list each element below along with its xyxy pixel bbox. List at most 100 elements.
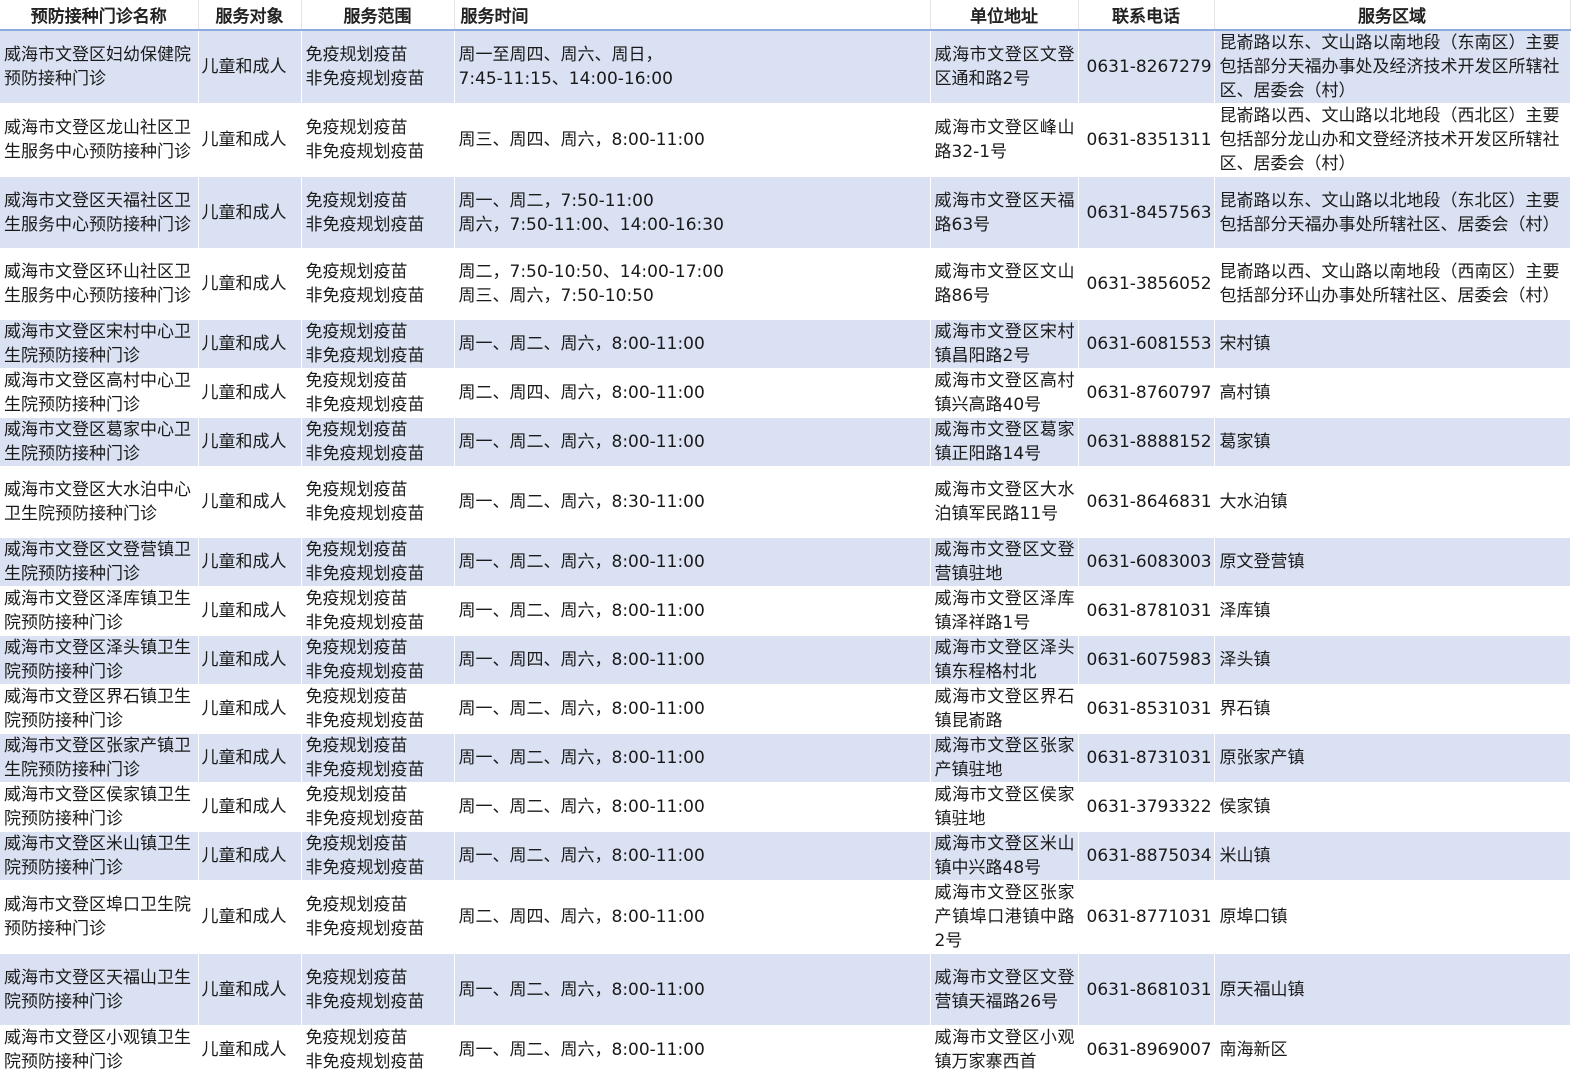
header-service-time: 服务时间 (454, 0, 931, 31)
phone-cell: 0631-8351311 (1078, 103, 1215, 177)
service-area-cell: 米山镇 (1214, 831, 1571, 881)
phone-cell: 0631-8646831 (1078, 466, 1215, 538)
clinic-name-cell: 威海市文登区张家产镇卫生院预防接种门诊 (0, 733, 199, 783)
service-time-cell: 周一、周二、周六，8:00-11:00 (454, 319, 931, 369)
service-scope-cell: 免疫规划疫苗 非免疫规划疫苗 (301, 831, 455, 881)
address-cell: 威海市文登区葛家镇正阳路14号 (930, 417, 1079, 467)
scope-line: 免疫规划疫苗 (305, 895, 408, 915)
address-cell: 威海市文登区文登区通和路2号 (930, 30, 1079, 104)
service-scope-cell: 免疫规划疫苗 非免疫规划疫苗 (301, 733, 455, 783)
table-row: 威海市文登区界石镇卫生院预防接种门诊 儿童和成人 免疫规划疫苗 非免疫规划疫苗 周一、周… (0, 684, 1571, 734)
service-area-cell: 界石镇 (1214, 684, 1571, 734)
address-cell: 威海市文登区文登营镇天福路26号 (930, 953, 1079, 1026)
service-area-cell: 泽库镇 (1214, 586, 1571, 636)
service-time-cell: 周一、周二，7:50-11:00 周六，7:50-11:00、14:00-16:3… (454, 176, 931, 249)
service-target-cell: 儿童和成人 (198, 782, 302, 832)
scope-line: 免疫规划疫苗 (305, 1028, 408, 1048)
service-time-cell: 周一、周二、周六，8:00-11:00 (454, 1025, 931, 1075)
service-area-cell: 昆嵛路以西、文山路以北地段（西北区）主要包括部分龙山办和文登经济技术开发区所辖社… (1214, 103, 1571, 177)
service-scope-cell: 免疫规划疫苗 非免疫规划疫苗 (301, 684, 455, 734)
header-address: 单位地址 (930, 0, 1079, 31)
header-phone: 联系电话 (1078, 0, 1215, 31)
table-row: 威海市文登区泽头镇卫生院预防接种门诊 儿童和成人 免疫规划疫苗 非免疫规划疫苗 周一、周… (0, 635, 1571, 685)
service-target-cell: 儿童和成人 (198, 1025, 302, 1075)
scope-line: 非免疫规划疫苗 (305, 395, 425, 415)
service-area-cell: 昆嵛路以东、文山路以南地段（东南区）主要包括部分天福办事处及经济技术开发区所辖社… (1214, 30, 1571, 104)
service-time-cell: 周一、周二、周六，8:00-11:00 (454, 417, 931, 467)
service-target-cell: 儿童和成人 (198, 831, 302, 881)
clinic-name-cell: 威海市文登区妇幼保健院预防接种门诊 (0, 30, 199, 104)
service-scope-cell: 免疫规划疫苗 非免疫规划疫苗 (301, 1025, 455, 1075)
scope-line: 免疫规划疫苗 (305, 322, 408, 342)
time-line: 周一、周二、周六，8:00-11:00 (458, 846, 705, 866)
service-scope-cell: 免疫规划疫苗 非免疫规划疫苗 (301, 103, 455, 177)
clinic-name-cell: 威海市文登区大水泊中心卫生院预防接种门诊 (0, 466, 199, 538)
service-area-cell: 葛家镇 (1214, 417, 1571, 467)
service-time-cell: 周一、周二、周六，8:00-11:00 (454, 782, 931, 832)
clinic-table: 预防接种门诊名称 服务对象 服务范围 服务时间 单位地址 联系电话 服务区域 威… (0, 0, 1571, 1075)
scope-line: 非免疫规划疫苗 (305, 613, 425, 633)
service-scope-cell: 免疫规划疫苗 非免疫规划疫苗 (301, 953, 455, 1026)
phone-cell: 0631-6083003 (1078, 537, 1215, 587)
scope-line: 非免疫规划疫苗 (305, 346, 425, 366)
table-row: 威海市文登区小观镇卫生院预防接种门诊 儿童和成人 免疫规划疫苗 非免疫规划疫苗 周一、周… (0, 1025, 1571, 1075)
address-cell: 威海市文登区张家产镇驻地 (930, 733, 1079, 783)
time-line: 周三、周四、周六，8:00-11:00 (458, 130, 705, 150)
service-scope-cell: 免疫规划疫苗 非免疫规划疫苗 (301, 537, 455, 587)
header-clinic-name: 预防接种门诊名称 (0, 0, 199, 31)
table-row: 威海市文登区环山社区卫生服务中心预防接种门诊 儿童和成人 免疫规划疫苗 非免疫规划疫苗… (0, 248, 1571, 320)
time-line: 周一、周二、周六，8:00-11:00 (458, 699, 705, 719)
service-scope-cell: 免疫规划疫苗 非免疫规划疫苗 (301, 319, 455, 369)
table-row: 威海市文登区埠口卫生院预防接种门诊 儿童和成人 免疫规划疫苗 非免疫规划疫苗 周二、周四… (0, 880, 1571, 954)
time-line: 周一、周二、周六，8:30-11:00 (458, 492, 705, 512)
service-target-cell: 儿童和成人 (198, 586, 302, 636)
scope-line: 非免疫规划疫苗 (305, 69, 425, 89)
scope-line: 免疫规划疫苗 (305, 736, 408, 756)
service-target-cell: 儿童和成人 (198, 248, 302, 320)
scope-line: 免疫规划疫苗 (305, 480, 408, 500)
table-row: 威海市文登区妇幼保健院预防接种门诊 儿童和成人 免疫规划疫苗 非免疫规划疫苗 周一至周四… (0, 30, 1571, 104)
address-cell: 威海市文登区侯家镇驻地 (930, 782, 1079, 832)
service-target-cell: 儿童和成人 (198, 30, 302, 104)
phone-cell: 0631-6075983 (1078, 635, 1215, 685)
service-scope-cell: 免疫规划疫苗 非免疫规划疫苗 (301, 248, 455, 320)
clinic-name-cell: 威海市文登区环山社区卫生服务中心预防接种门诊 (0, 248, 199, 320)
header-service-target: 服务对象 (198, 0, 302, 31)
address-cell: 威海市文登区峰山路32-1号 (930, 103, 1079, 177)
time-line: 周一、周四、周六，8:00-11:00 (458, 650, 705, 670)
address-cell: 威海市文登区泽头镇东程格村北 (930, 635, 1079, 685)
phone-cell: 0631-8731031 (1078, 733, 1215, 783)
service-scope-cell: 免疫规划疫苗 非免疫规划疫苗 (301, 466, 455, 538)
address-cell: 威海市文登区泽库镇泽祥路1号 (930, 586, 1079, 636)
clinic-name-cell: 威海市文登区龙山社区卫生服务中心预防接种门诊 (0, 103, 199, 177)
address-cell: 威海市文登区界石镇昆嵛路 (930, 684, 1079, 734)
time-line: 周一、周二、周六，8:00-11:00 (458, 797, 705, 817)
scope-line: 非免疫规划疫苗 (305, 564, 425, 584)
clinic-name-cell: 威海市文登区埠口卫生院预防接种门诊 (0, 880, 199, 954)
scope-line: 非免疫规划疫苗 (305, 662, 425, 682)
scope-line: 非免疫规划疫苗 (305, 504, 425, 524)
scope-line: 非免疫规划疫苗 (305, 858, 425, 878)
clinic-name-cell: 威海市文登区葛家中心卫生院预防接种门诊 (0, 417, 199, 467)
service-target-cell: 儿童和成人 (198, 880, 302, 954)
service-time-cell: 周一、周二、周六，8:00-11:00 (454, 953, 931, 1026)
address-cell: 威海市文登区小观镇万家寨西首 (930, 1025, 1079, 1075)
phone-cell: 0631-8875034 (1078, 831, 1215, 881)
service-target-cell: 儿童和成人 (198, 733, 302, 783)
service-target-cell: 儿童和成人 (198, 466, 302, 538)
time-line: 周一、周二、周六，8:00-11:00 (458, 334, 705, 354)
table-row: 威海市文登区大水泊中心卫生院预防接种门诊 儿童和成人 免疫规划疫苗 非免疫规划疫苗 周一… (0, 466, 1571, 538)
service-area-cell: 原张家产镇 (1214, 733, 1571, 783)
scope-line: 非免疫规划疫苗 (305, 444, 425, 464)
scope-line: 免疫规划疫苗 (305, 371, 408, 391)
scope-line: 免疫规划疫苗 (305, 45, 408, 65)
service-time-cell: 周三、周四、周六，8:00-11:00 (454, 103, 931, 177)
service-time-cell: 周二，7:50-10:50、14:00-17:00 周三、周六，7:50-10:5… (454, 248, 931, 320)
clinic-name-cell: 威海市文登区高村中心卫生院预防接种门诊 (0, 368, 199, 418)
time-line: 周六，7:50-11:00、14:00-16:30 (458, 214, 724, 235)
time-line: 周三、周六，7:50-10:50 (458, 286, 654, 306)
table-row: 威海市文登区侯家镇卫生院预防接种门诊 儿童和成人 免疫规划疫苗 非免疫规划疫苗 周一、周… (0, 782, 1571, 832)
service-target-cell: 儿童和成人 (198, 417, 302, 467)
service-time-cell: 周一、周二、周六，8:00-11:00 (454, 733, 931, 783)
clinic-name-cell: 威海市文登区文登营镇卫生院预防接种门诊 (0, 537, 199, 587)
